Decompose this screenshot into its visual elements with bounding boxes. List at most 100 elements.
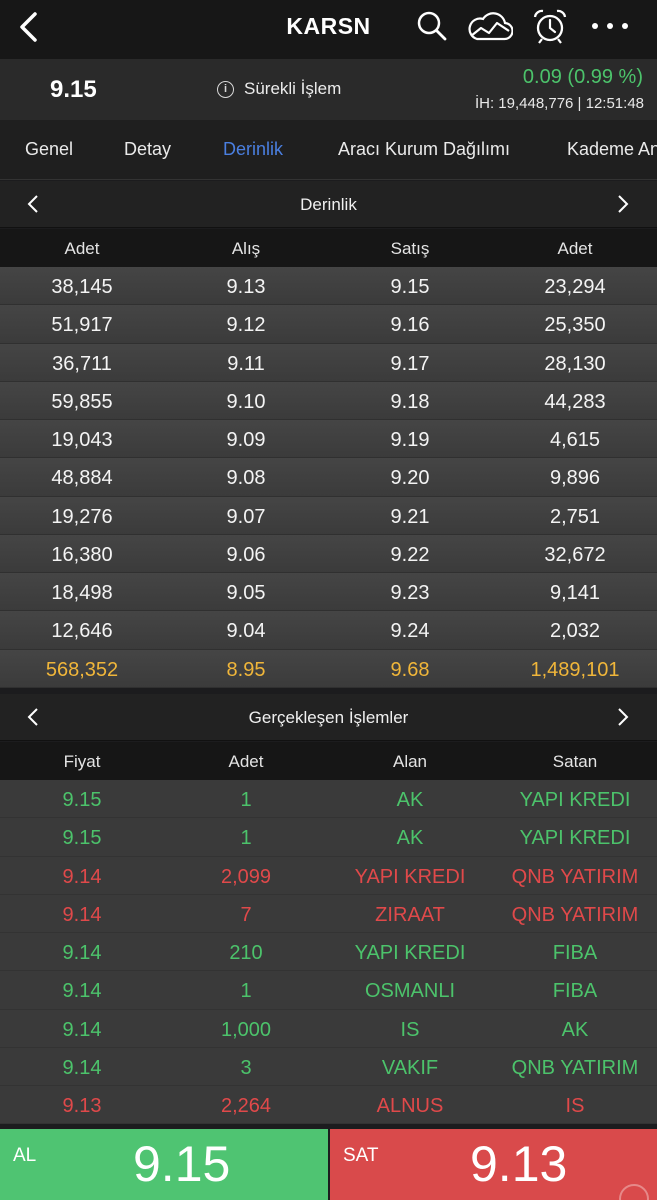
trade-row-cell: VAKIF: [381, 1056, 439, 1079]
header-buyer: Alan: [392, 752, 428, 771]
tab-araci-kurum-dagilimi[interactable]: Aracı Kurum Dağılımı: [338, 139, 510, 160]
trades-table: 9.15 1 AK YAPI KREDI 9.15 1 AK YAPI KREDI 9.14 2,…: [0, 780, 657, 1125]
trade-row-cell: 1: [240, 789, 252, 811]
trade-row-cell: 9.14: [62, 1018, 102, 1041]
last-price: 9.15: [50, 76, 97, 103]
trade-row[interactable]: 9.15 1 AK YAPI KREDI: [0, 818, 657, 857]
depth-row-cell: 4,615: [549, 429, 601, 451]
trade-row[interactable]: 9.14 210 YAPI KREDI FIBA: [0, 933, 657, 972]
trade-row-cell: 9.13: [62, 1095, 102, 1117]
trade-row-cell: 9.14: [62, 942, 102, 964]
search-icon[interactable]: [410, 6, 454, 46]
chevron-right-icon[interactable]: [610, 704, 636, 730]
header-qty: Adet: [228, 752, 264, 771]
depth-row[interactable]: 19,043 9.09 9.19 4,615: [0, 420, 657, 459]
depth-row-cell: 9,896: [549, 467, 601, 490]
depth-row-cell: 12,646: [51, 620, 113, 643]
trade-row-cell: FIBA: [552, 980, 598, 1003]
trade-row[interactable]: 9.14 7 ZIRAAT QNB YATIRIM: [0, 894, 657, 933]
depth-row-cell: 9.10: [226, 390, 266, 413]
depth-row[interactable]: 16,380 9.06 9.22 32,672: [0, 534, 657, 573]
depth-total-cell: 8.95: [226, 658, 266, 681]
header-ask-qty: Adet: [557, 239, 593, 258]
trade-row[interactable]: 9.14 1 OSMANLI FIBA: [0, 971, 657, 1010]
depth-row[interactable]: 36,711 9.11 9.17 28,130: [0, 343, 657, 382]
header-price: Fiyat: [63, 752, 101, 771]
tab-genel[interactable]: Genel: [25, 139, 73, 160]
trade-row-cell: IS: [400, 1018, 420, 1041]
depth-row[interactable]: 59,855 9.10 9.18 44,283: [0, 381, 657, 420]
depth-row-cell: 16,380: [51, 543, 113, 566]
tab-kademe-analizi[interactable]: Kademe Analizi: [567, 139, 657, 160]
trade-row-cell: AK: [396, 827, 424, 850]
depth-row[interactable]: 18,498 9.05 9.23 9,141: [0, 573, 657, 612]
depth-total-cell: 568,352: [45, 658, 119, 681]
buy-label: AL: [13, 1145, 37, 1166]
depth-row-cell: 59,855: [51, 390, 113, 413]
trade-row-cell: QNB YATIRIM: [511, 865, 639, 888]
trade-row[interactable]: 9.14 3 VAKIF QNB YATIRIM: [0, 1047, 657, 1086]
depth-row-cell: 48,884: [51, 467, 113, 490]
depth-row-cell: 9.15: [390, 276, 430, 298]
depth-row[interactable]: 48,884 9.08 9.20 9,896: [0, 458, 657, 497]
sell-price: 9.13: [470, 1136, 568, 1192]
depth-row[interactable]: 51,917 9.12 9.16 25,350: [0, 305, 657, 344]
trade-row-cell: AK: [396, 789, 424, 811]
depth-row-cell: 44,283: [544, 390, 606, 413]
info-icon[interactable]: i: [217, 80, 234, 98]
trade-row-cell: 210: [229, 942, 263, 964]
depth-table: 38,145 9.13 9.15 23,294 51,917 9.12 9.16 25,350…: [0, 267, 657, 688]
trade-row-cell: 7: [240, 903, 252, 926]
depth-row-cell: 9.12: [226, 314, 266, 337]
alarm-clock-icon[interactable]: [528, 6, 572, 46]
volume-time: İH: 19,448,776 | 12:51:48: [474, 95, 644, 112]
depth-total-row: 568,352 8.95 9.68 1,489,101: [0, 649, 657, 688]
trade-row-cell: YAPI KREDI: [354, 865, 466, 888]
depth-row-cell: 23,294: [544, 276, 606, 298]
trade-row-cell: AK: [561, 1018, 589, 1041]
chevron-left-icon[interactable]: [20, 191, 46, 217]
depth-row-cell: 9.07: [226, 505, 266, 528]
trade-row-cell: 2,099: [220, 865, 272, 888]
sell-button[interactable]: SAT 9.13: [330, 1129, 657, 1200]
depth-row-cell: 2,751: [549, 505, 601, 528]
trade-row[interactable]: 9.13 2,264 ALNUS IS: [0, 1086, 657, 1125]
trade-row[interactable]: 9.15 1 AK YAPI KREDI: [0, 780, 657, 819]
depth-row-cell: 9.09: [226, 429, 266, 451]
depth-row-cell: 9.21: [390, 505, 430, 528]
depth-row-cell: 9.19: [390, 429, 430, 451]
trade-row-cell: YAPI KREDI: [519, 827, 631, 850]
depth-row-cell: 9.16: [390, 314, 430, 337]
tab-derinlik[interactable]: Derinlik: [223, 139, 283, 160]
depth-section-header: Derinlik: [0, 181, 657, 228]
trade-row-cell: YAPI KREDI: [354, 942, 466, 964]
tab-detay[interactable]: Detay: [124, 139, 171, 160]
trade-row-cell: QNB YATIRIM: [511, 1056, 639, 1079]
cloud-chart-icon[interactable]: [466, 6, 514, 46]
top-bar: KARSN: [0, 0, 657, 59]
depth-row-cell: 9,141: [549, 582, 601, 604]
session-label: Sürekli İşlem: [244, 79, 342, 98]
depth-row-cell: 9.11: [227, 352, 265, 375]
header-ask: Satış: [390, 239, 430, 258]
depth-row-cell: 9.05: [226, 582, 266, 604]
trade-row-cell: 9.15: [62, 789, 102, 811]
back-chevron-icon[interactable]: [14, 10, 48, 44]
chevron-right-icon[interactable]: [610, 191, 636, 217]
trade-row-cell: ALNUS: [376, 1095, 444, 1117]
trade-row-cell: 9.14: [62, 1056, 102, 1079]
sell-label: SAT: [343, 1145, 379, 1166]
buy-button[interactable]: AL 9.15: [0, 1129, 328, 1200]
more-icon[interactable]: [588, 6, 632, 46]
trade-row[interactable]: 9.14 2,099 YAPI KREDI QNB YATIRIM: [0, 856, 657, 895]
chevron-left-icon[interactable]: [20, 704, 46, 730]
depth-row[interactable]: 38,145 9.13 9.15 23,294: [0, 267, 657, 306]
price-summary: 9.15 i Sürekli İşlem 0.09 (0.99 %) İH: 1…: [0, 59, 657, 120]
trade-row[interactable]: 9.14 1,000 IS AK: [0, 1009, 657, 1048]
depth-row[interactable]: 12,646 9.04 9.24 2,032: [0, 611, 657, 650]
depth-row-cell: 9.08: [226, 467, 266, 490]
depth-row-cell: 19,043: [51, 429, 113, 451]
depth-row-cell: 18,498: [51, 582, 113, 604]
depth-row[interactable]: 19,276 9.07 9.21 2,751: [0, 496, 657, 535]
depth-row-cell: 9.24: [390, 620, 430, 643]
